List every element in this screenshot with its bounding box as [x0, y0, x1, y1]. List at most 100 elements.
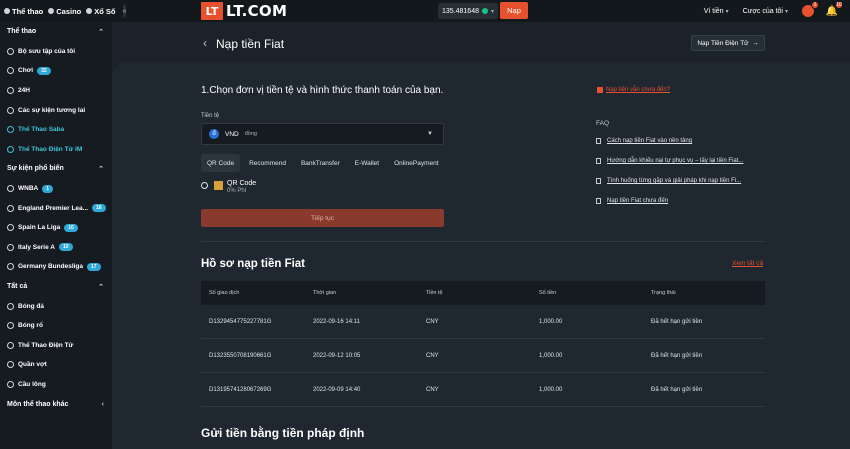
transaction-currency: CNY: [426, 318, 439, 325]
sidebar-item-bundesliga[interactable]: Germany Bundesliga 17: [0, 257, 112, 277]
sidebar-item-future-events[interactable]: Các sự kiện tương lai: [0, 100, 112, 120]
payment-option-text: QR Code 0% Phí: [227, 180, 256, 194]
back-arrow-icon[interactable]: ‹: [203, 36, 207, 50]
top-right-menu: Ví tiền ▾ Cược của tôi ▾ 1 🔔 10: [704, 0, 850, 22]
tab-online-payment[interactable]: OnlinePayment: [388, 154, 444, 172]
coin-icon: [481, 8, 488, 14]
tab-recommend[interactable]: Recommend: [243, 154, 292, 172]
deposit-not-received-link[interactable]: Nạp tiền vẫn chưa đến?: [597, 87, 670, 93]
faq-link-1[interactable]: Cách nạp tiền Fiat vào nền tảng: [596, 138, 692, 144]
table-row[interactable]: D1319574128067269G 2022-09-09 14:40 CNY …: [201, 373, 765, 407]
currency-code: VND: [225, 130, 239, 138]
count-badge: 10: [64, 223, 78, 232]
chevron-down-icon: ▾: [725, 8, 729, 15]
casino-icon: [48, 8, 55, 14]
sports-icon: [4, 8, 10, 14]
sidebar-item-soccer[interactable]: Bóng đá: [0, 296, 112, 316]
sidebar-item-label: Bộ sưu tập của tôi: [18, 47, 76, 55]
sidebar: Thể thao ⌃ Bộ sưu tập của tôi Chơi 32 24H …: [0, 22, 112, 449]
balance-display[interactable]: 135.481648 ▾: [438, 3, 498, 19]
logo-text: LT.COM: [226, 2, 288, 20]
sidebar-item-label: Các sự kiện tương lai: [18, 106, 86, 114]
transaction-time: 2022-09-12 10:05: [313, 352, 361, 359]
soccer-icon: [7, 224, 14, 232]
column-header: Số tiền: [539, 290, 557, 296]
sidebar-section-popular[interactable]: Sự kiện phổ biến ⌃: [0, 159, 112, 179]
nav-casino-label: Casino: [56, 6, 82, 16]
count-badge: 17: [87, 262, 101, 271]
sidebar-item-wnba[interactable]: WNBA 1: [0, 179, 112, 199]
logo-box: LT: [201, 2, 223, 20]
sidebar-item-label: Quần vợt: [18, 361, 47, 369]
sidebar-item-label: Chơi: [18, 67, 34, 75]
nav-casino[interactable]: Casino: [48, 7, 81, 16]
nav-lottery[interactable]: Xổ Số: [86, 7, 116, 16]
count-badge: 10: [58, 243, 73, 252]
flag-icon: [597, 87, 603, 93]
sidebar-item-esports[interactable]: Thể Thao Điện Tử: [0, 336, 112, 356]
logo[interactable]: LT LT.COM: [201, 1, 287, 21]
tab-qr-code[interactable]: QR Code: [201, 154, 241, 172]
currency-select[interactable]: đ VND đồng ▼: [201, 123, 444, 145]
sidebar-item-tennis[interactable]: Quần vợt: [0, 355, 112, 375]
sidebar-item-serie-a[interactable]: Italy Serie A 10: [0, 238, 112, 258]
crypto-deposit-button[interactable]: Nạp Tiền Điện Tử →: [691, 35, 765, 51]
deposit-button[interactable]: Nạp: [500, 2, 528, 19]
badminton-icon: [7, 380, 14, 388]
sidebar-collapse-icon[interactable]: «: [122, 4, 127, 18]
sidebar-item-label: England Premier Lea...: [18, 204, 89, 212]
nav-sports[interactable]: Thể thao: [4, 7, 43, 16]
sidebar-item-favorites[interactable]: Bộ sưu tập của tôi: [0, 42, 112, 62]
calendar-icon: [7, 106, 14, 114]
document-icon: [596, 158, 601, 164]
esports-icon: [7, 341, 14, 349]
my-bets-menu[interactable]: Cược của tôi ▾: [743, 8, 788, 15]
step-title: 1.Chọn đơn vị tiền tệ và hình thức thanh…: [201, 85, 444, 96]
caret-down-icon: ▼: [427, 131, 433, 137]
faq-link-2[interactable]: Hướng dẫn khiếu nại tự phục vụ – lấy lại…: [596, 158, 743, 164]
sidebar-item-label: Spain La Liga: [18, 224, 61, 232]
sidebar-section-all[interactable]: Tất cả ⌃: [0, 277, 112, 297]
sidebar-item-badminton[interactable]: Cầu lông: [0, 375, 112, 395]
qr-code-icon: [214, 181, 223, 190]
avatar[interactable]: 1: [802, 1, 819, 17]
table-row[interactable]: D1329454775227781G 2022-09-16 14:11 CNY …: [201, 305, 765, 339]
soccer-icon: [7, 263, 14, 271]
chevron-up-icon: ⌃: [98, 283, 104, 291]
sidebar-item-label: Thể Thao Điện Tử IM: [18, 145, 83, 153]
sidebar-item-basketball[interactable]: Bóng rổ: [0, 316, 112, 336]
radio-button[interactable]: [201, 182, 208, 189]
sidebar-item-saba[interactable]: Thể Thao Saba: [0, 120, 112, 140]
avatar-badge: 1: [811, 1, 819, 9]
transaction-status: Đã hết hạn gửi tiền: [651, 318, 703, 325]
wallet-menu[interactable]: Ví tiền ▾: [704, 8, 729, 15]
payment-option[interactable]: QR Code 0% Phí: [201, 180, 256, 194]
chevron-left-icon: ‹: [101, 400, 104, 408]
count-badge: 16: [92, 204, 106, 213]
view-all-link[interactable]: Xem tất cả: [732, 260, 763, 267]
transaction-currency: CNY: [426, 352, 439, 359]
sidebar-item-label: Thể Thao Điện Tử: [18, 341, 74, 349]
chevron-down-icon: ▾: [784, 8, 788, 15]
sidebar-item-laliga[interactable]: Spain La Liga 10: [0, 218, 112, 238]
sidebar-item-label: WNBA: [18, 185, 39, 193]
faq-link-3[interactable]: Tình huống từng gặp và giải pháp khi nạp…: [596, 178, 741, 184]
continue-button[interactable]: Tiếp tục: [201, 209, 444, 227]
sidebar-item-epl[interactable]: England Premier Lea... 16: [0, 198, 112, 218]
bell-icon[interactable]: 🔔 10: [826, 1, 843, 17]
faq-link-4[interactable]: Nạp tiền Fiat chưa đến: [596, 198, 668, 204]
sidebar-more-sports[interactable]: Môn thể thao khác ‹: [0, 394, 112, 414]
tab-e-wallet[interactable]: E-Wallet: [349, 154, 385, 172]
soccer-icon: [7, 204, 14, 212]
table-row[interactable]: D1323550708190661G 2022-09-12 10:05 CNY …: [201, 339, 765, 373]
sidebar-item-live[interactable]: Chơi 32: [0, 61, 112, 81]
sidebar-item-24h[interactable]: 24H: [0, 81, 112, 101]
sidebar-item-label: 24H: [18, 87, 30, 95]
bell-badge: 10: [835, 1, 843, 9]
sidebar-section-sports[interactable]: Thể thao ⌃: [0, 22, 112, 42]
sidebar-item-im-esports[interactable]: Thể Thao Điện Tử IM: [0, 140, 112, 160]
history-title: Hồ sơ nạp tiền Fiat: [201, 258, 306, 270]
payment-option-name: QR Code: [227, 180, 257, 187]
transaction-id: D1323550708190661G: [209, 352, 272, 359]
tab-bank-transfer[interactable]: BankTransfer: [295, 154, 346, 172]
